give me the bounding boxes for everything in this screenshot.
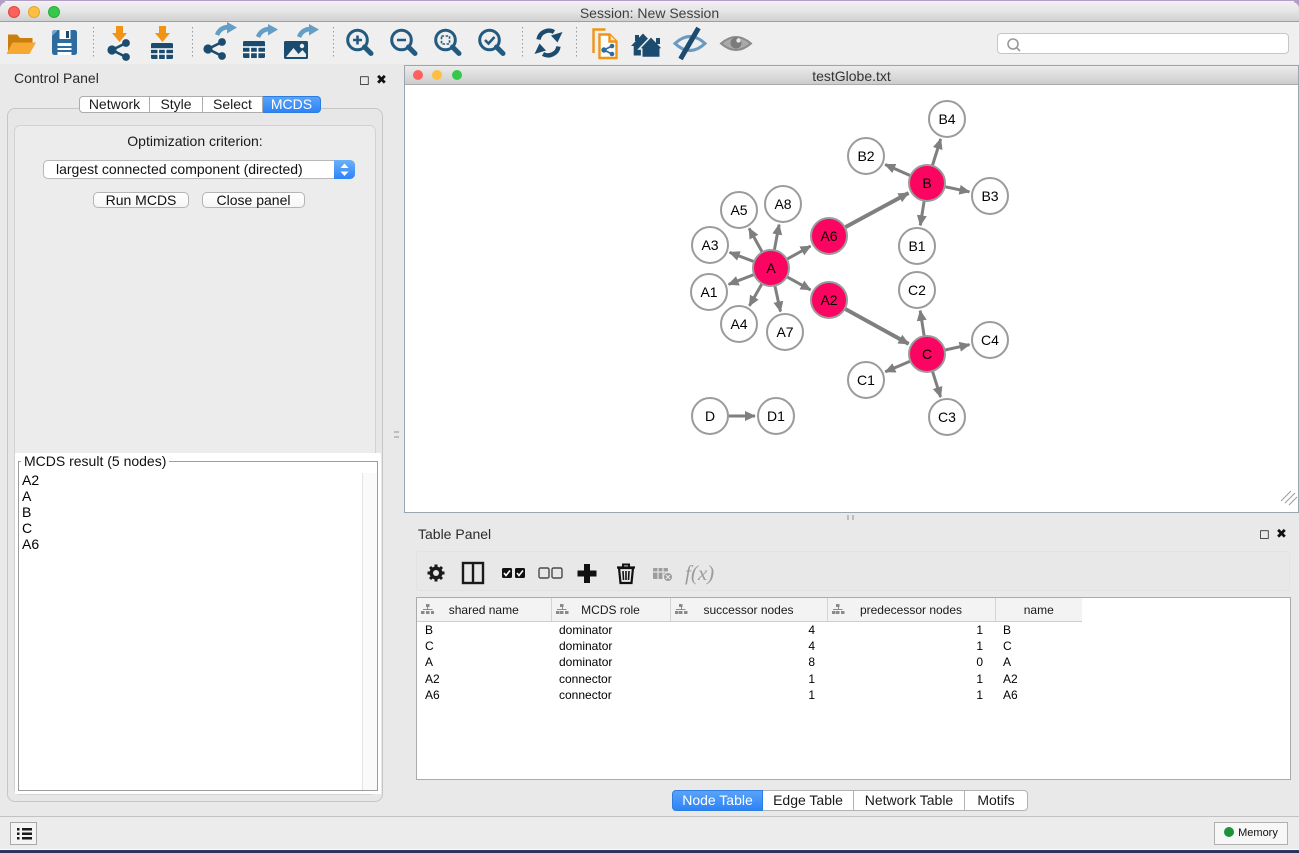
- svg-text:A1: A1: [700, 284, 717, 300]
- svg-text:C1: C1: [857, 372, 875, 388]
- svg-text:D: D: [705, 408, 715, 424]
- svg-text:A2: A2: [820, 292, 837, 308]
- svg-text:f(x): f(x): [685, 561, 714, 585]
- svg-text:A7: A7: [776, 324, 793, 340]
- svg-text:A3: A3: [701, 237, 718, 253]
- svg-text:A5: A5: [730, 202, 747, 218]
- svg-text:C4: C4: [981, 332, 999, 348]
- svg-text:B: B: [922, 175, 931, 191]
- svg-text:A6: A6: [820, 228, 837, 244]
- svg-text:B4: B4: [938, 111, 955, 127]
- svg-text:B3: B3: [981, 188, 998, 204]
- svg-text:C3: C3: [938, 409, 956, 425]
- svg-text:C2: C2: [908, 282, 926, 298]
- svg-text:B1: B1: [908, 238, 925, 254]
- svg-text:A: A: [766, 260, 776, 276]
- svg-text:C: C: [922, 346, 932, 362]
- svg-text:A8: A8: [774, 196, 791, 212]
- svg-text:A4: A4: [730, 316, 747, 332]
- svg-text:D1: D1: [767, 408, 785, 424]
- svg-text:B2: B2: [857, 148, 874, 164]
